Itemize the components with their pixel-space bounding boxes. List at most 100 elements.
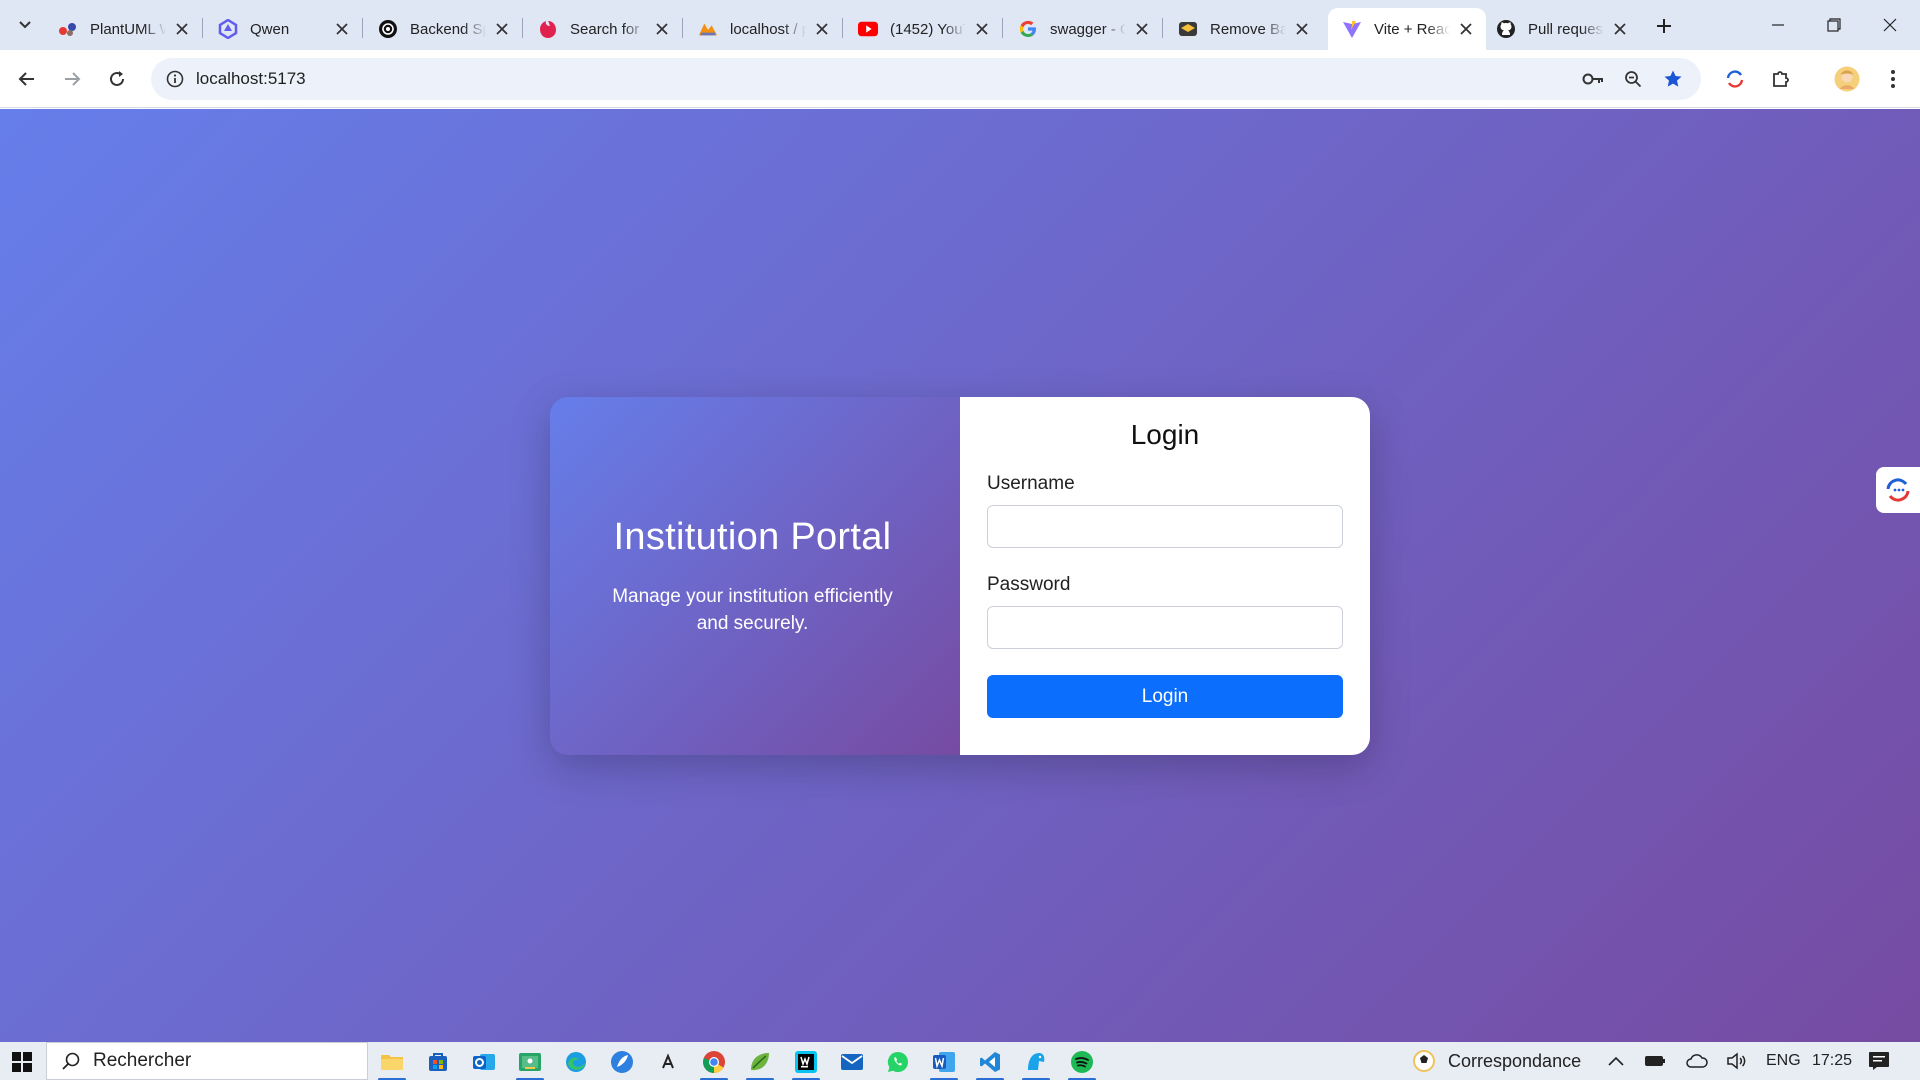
- taskbar-vscode[interactable]: [972, 1046, 1008, 1080]
- browser-tab-active[interactable]: Vite + React: [1328, 8, 1486, 50]
- browser-toolbar: localhost:5173: [0, 50, 1920, 108]
- more-vertical-icon: [1891, 70, 1895, 88]
- close-icon[interactable]: [654, 21, 670, 37]
- browser-tab[interactable]: swagger - Google: [1004, 8, 1163, 50]
- taskbar-spring-tools[interactable]: [742, 1046, 778, 1080]
- tray-language[interactable]: ENG: [1766, 1042, 1801, 1080]
- tab-separator: [1002, 18, 1003, 38]
- bookmark-star-icon[interactable]: [1659, 65, 1687, 93]
- taskbar-edge[interactable]: [558, 1046, 594, 1078]
- close-icon[interactable]: [1294, 21, 1310, 37]
- password-key-icon[interactable]: [1579, 65, 1607, 93]
- extension-sync-button[interactable]: [1718, 62, 1752, 96]
- browser-tab[interactable]: Remove Background: [1164, 8, 1322, 50]
- close-icon[interactable]: [174, 21, 190, 37]
- forward-button[interactable]: [55, 62, 89, 96]
- tray-clock[interactable]: 17:25: [1812, 1042, 1852, 1080]
- qwen-icon: [218, 19, 238, 39]
- window-close-button[interactable]: [1862, 0, 1918, 50]
- close-icon[interactable]: [1612, 21, 1628, 37]
- browser-menu-button[interactable]: [1876, 62, 1910, 96]
- tab-search-button[interactable]: [10, 10, 40, 40]
- edge-icon: [566, 1052, 586, 1072]
- zoom-icon[interactable]: [1619, 65, 1647, 93]
- speaker-icon: [1727, 1052, 1746, 1070]
- browser-tab-strip: PlantUML Web Server Qwen Backend Spring …: [0, 0, 1920, 50]
- tray-notifications[interactable]: [1868, 1042, 1890, 1080]
- notification-icon: [1869, 1052, 1889, 1070]
- taskbar-word[interactable]: [926, 1046, 962, 1080]
- tab-title: (1452) YouTube: [890, 20, 966, 38]
- google-icon: [1018, 19, 1038, 39]
- new-tab-button[interactable]: [1650, 12, 1678, 40]
- start-button[interactable]: [8, 1049, 36, 1075]
- back-button[interactable]: [10, 62, 44, 96]
- weather-text: Correspondance: [1448, 1050, 1582, 1071]
- close-icon[interactable]: [814, 21, 830, 37]
- site-info-icon[interactable]: [161, 65, 189, 93]
- extensions-button[interactable]: [1764, 62, 1798, 96]
- phpmyadmin-icon: [698, 19, 718, 39]
- close-icon[interactable]: [494, 21, 510, 37]
- taskbar-app-blue[interactable]: [1018, 1046, 1054, 1080]
- tray-show-hidden[interactable]: [1608, 1042, 1624, 1080]
- taskbar-spotify[interactable]: [1064, 1046, 1100, 1080]
- close-icon[interactable]: [974, 21, 990, 37]
- taskbar-outlook[interactable]: [466, 1046, 502, 1078]
- reload-button[interactable]: [100, 62, 134, 96]
- taskbar-store[interactable]: [420, 1046, 456, 1078]
- brand-subtitle: Manage your institution efficiently and …: [612, 585, 893, 634]
- tab-separator: [682, 18, 683, 38]
- browser-tab[interactable]: Search for: [524, 8, 683, 50]
- taskbar-file-explorer[interactable]: [374, 1046, 410, 1080]
- plus-icon: [1657, 19, 1671, 33]
- remove-bg-icon: [1178, 19, 1198, 39]
- plantuml-icon: [58, 19, 78, 39]
- taskbar-feather-app[interactable]: [604, 1046, 640, 1078]
- side-extension-widget[interactable]: [1876, 467, 1920, 513]
- browser-tab[interactable]: (1452) YouTube: [844, 8, 1003, 50]
- address-bar[interactable]: localhost:5173: [151, 58, 1701, 100]
- taskbar-app-a[interactable]: [650, 1046, 686, 1078]
- mysql-dolphin-icon: [1028, 1053, 1045, 1070]
- restore-button[interactable]: [1806, 0, 1862, 50]
- browser-tab[interactable]: PlantUML Web Server: [44, 8, 203, 50]
- browser-tab[interactable]: localhost / phpMyAdmin: [684, 8, 843, 50]
- address-text[interactable]: localhost:5173: [196, 69, 306, 89]
- taskbar-search-box[interactable]: Rechercher: [46, 1042, 368, 1080]
- login-button[interactable]: Login: [987, 675, 1343, 718]
- word-icon: [933, 1052, 955, 1072]
- profile-avatar-button[interactable]: [1830, 62, 1864, 96]
- soccer-ball-icon: [1413, 1050, 1435, 1072]
- tray-volume[interactable]: [1726, 1042, 1748, 1080]
- taskbar-chrome[interactable]: [696, 1046, 732, 1080]
- spotify-icon: [1071, 1051, 1093, 1073]
- puzzle-icon: [1773, 71, 1789, 87]
- browser-tab[interactable]: Pull requests: [1482, 8, 1640, 50]
- taskbar-whatsapp[interactable]: [880, 1046, 916, 1078]
- close-icon[interactable]: [1458, 21, 1474, 37]
- browser-tab[interactable]: Qwen: [204, 8, 363, 50]
- taskbar-mail[interactable]: [834, 1046, 870, 1078]
- tab-title: swagger - Google: [1050, 20, 1126, 38]
- avatar: [1834, 66, 1860, 92]
- weather-widget[interactable]: Correspondance: [1412, 1042, 1581, 1080]
- tab-title: Pull requests: [1528, 20, 1604, 38]
- login-form: Login Username Password Login: [960, 397, 1370, 755]
- windows-taskbar: Rechercher Correspondance ENG 17:25: [0, 1042, 1920, 1080]
- tray-onedrive[interactable]: [1686, 1042, 1708, 1080]
- taskbar-webstorm[interactable]: [788, 1046, 824, 1080]
- taskbar-classroom[interactable]: [512, 1046, 548, 1080]
- username-label: Username: [987, 473, 1075, 494]
- username-input[interactable]: [987, 505, 1343, 548]
- minimize-button[interactable]: [1750, 0, 1806, 50]
- browser-tab[interactable]: Backend Spring: [364, 8, 523, 50]
- password-input[interactable]: [987, 606, 1343, 649]
- close-icon[interactable]: [1134, 21, 1150, 37]
- chevron-up-icon: [1608, 1056, 1624, 1066]
- tab-title: localhost / phpMyAdmin: [730, 20, 806, 38]
- login-card: Institution Portal Manage your instituti…: [550, 397, 1370, 755]
- close-icon[interactable]: [334, 21, 350, 37]
- brand-panel: Institution Portal Manage your instituti…: [550, 397, 960, 755]
- tray-battery[interactable]: [1644, 1042, 1666, 1080]
